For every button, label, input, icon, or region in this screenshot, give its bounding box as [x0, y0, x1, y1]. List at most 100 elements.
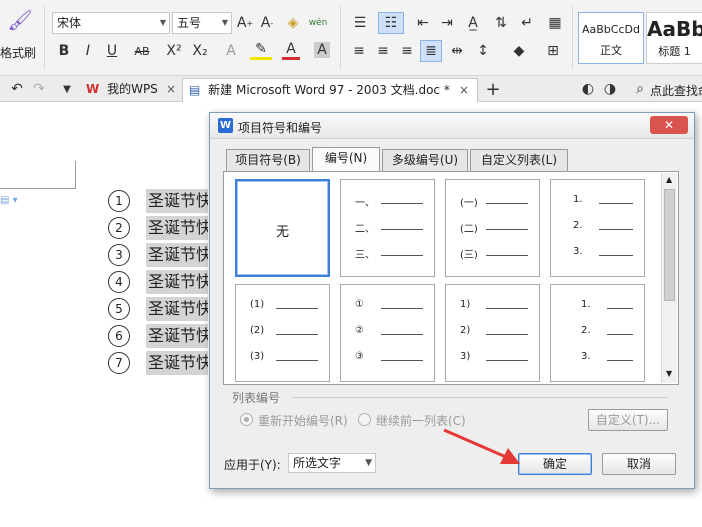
search-command-label[interactable]: 点此查找命	[650, 82, 702, 99]
subscript-icon[interactable]: X₂	[190, 42, 210, 60]
text-effect-icon[interactable]: A	[222, 42, 240, 60]
new-tab-icon[interactable]: +	[484, 79, 502, 100]
close-icon[interactable]: ×	[166, 78, 176, 100]
strikethrough-icon[interactable]: AB	[132, 42, 152, 60]
tab-tool-icon-1[interactable]: ◐	[580, 80, 596, 98]
apply-to-select[interactable]: 所选文字 ▼	[288, 453, 376, 473]
list-item-text: 圣诞节快乐	[146, 216, 208, 240]
format-preview-underline	[276, 308, 318, 309]
shrink-font-icon[interactable]: A-	[258, 14, 276, 32]
format-preview-line: 二、	[341, 220, 432, 235]
dialog-title-bar[interactable]: W 项目符号和编号 ✕	[210, 113, 694, 139]
style-heading-1[interactable]: AaBb 标题 1	[646, 12, 702, 64]
redo-icon[interactable]: ↷	[30, 80, 48, 98]
tab-tool-icon-2[interactable]: ◑	[602, 80, 618, 98]
close-button[interactable]: ✕	[650, 116, 688, 134]
list-item[interactable]: 7 圣诞节快乐	[108, 351, 208, 375]
format-preview-underline	[486, 334, 528, 335]
line-spacing-icon[interactable]: ↕	[474, 42, 492, 60]
show-marks-icon[interactable]: ↵	[518, 14, 536, 32]
format-arabic-paren[interactable]: 1) 2) 3)	[445, 284, 540, 382]
style-normal[interactable]: AaBbCcDd 正文	[578, 12, 644, 64]
list-item[interactable]: 1 圣诞节快乐	[108, 189, 208, 213]
customize-button[interactable]: 自定义(T)...	[588, 409, 668, 431]
align-left-icon[interactable]: ≡	[350, 42, 368, 60]
undo-icon[interactable]: ↶	[8, 80, 26, 98]
font-size-select[interactable]: 五号 ▼	[172, 12, 232, 34]
distributed-icon[interactable]: ⇹	[448, 42, 466, 60]
cancel-button[interactable]: 取消	[602, 453, 676, 475]
underline-icon[interactable]: U	[104, 42, 120, 60]
list-item[interactable]: 6 圣诞节快乐	[108, 324, 208, 348]
tab-custom-list[interactable]: 自定义列表(L)	[470, 149, 568, 171]
tab-multilevel[interactable]: 多级编号(U)	[382, 149, 468, 171]
clear-format-icon[interactable]: ◈	[284, 14, 302, 32]
format-none-label: 无	[275, 225, 289, 240]
continue-list-label[interactable]: 继续前一列表(C)	[376, 412, 466, 429]
format-painter-icon[interactable]: 🖌	[7, 8, 32, 32]
bold-icon[interactable]: B	[56, 42, 72, 60]
paste-options-icon[interactable]: ▤ ▾	[0, 195, 18, 206]
restart-numbering-label[interactable]: 重新开始编号(R)	[258, 412, 348, 429]
scroll-thumb[interactable]	[664, 189, 675, 301]
list-item-text: 圣诞节快乐	[146, 270, 208, 294]
char-shading-icon[interactable]: A	[314, 42, 330, 58]
format-preview-line: ②	[341, 325, 432, 337]
list-item-number: 3	[108, 244, 130, 266]
format-circled[interactable]: ① ② ③	[340, 284, 435, 382]
ok-button[interactable]: 确定	[518, 453, 592, 475]
change-case-icon[interactable]: A̲	[462, 14, 484, 32]
format-arabic-dot-indent[interactable]: 1. 2. 3.	[550, 284, 645, 382]
scroll-down-icon[interactable]: ▼	[666, 369, 672, 378]
format-arabic-dot[interactable]: 1. 2. 3.	[550, 179, 645, 277]
sort-icon[interactable]: ⇅	[492, 14, 510, 32]
paragraph-shading-icon[interactable]: ◆	[508, 42, 530, 60]
format-preview-line: (2)	[236, 325, 327, 337]
gallery-scrollbar[interactable]: ▲ ▼	[661, 173, 677, 383]
customize-toolbar-icon[interactable]: ▼	[58, 80, 76, 98]
search-icon[interactable]: ⌕	[632, 80, 648, 98]
table-icon[interactable]: ▦	[546, 14, 564, 32]
restart-numbering-radio[interactable]	[240, 413, 253, 426]
ribbon-divider	[572, 6, 573, 68]
italic-icon[interactable]: I	[80, 42, 96, 60]
phonetic-guide-icon[interactable]: wén	[308, 12, 328, 34]
increase-indent-icon[interactable]: ⇥	[438, 14, 456, 32]
list-item[interactable]: 4 圣诞节快乐	[108, 270, 208, 294]
superscript-icon[interactable]: X²	[164, 42, 184, 60]
format-preview-line: (二)	[446, 220, 537, 235]
tab-bullets[interactable]: 项目符号(B)	[226, 149, 310, 171]
format-chinese-paren[interactable]: (一) (二) (三)	[445, 179, 540, 277]
align-right-icon[interactable]: ≡	[398, 42, 416, 60]
format-painter-label[interactable]: 格式刷	[0, 44, 36, 61]
font-name-select[interactable]: 宋体 ▼	[52, 12, 170, 34]
borders-icon[interactable]: ⊞	[544, 42, 562, 60]
format-preview-number: 一、	[355, 198, 375, 209]
format-preview-underline	[276, 360, 318, 361]
format-preview-line: 2.	[551, 325, 642, 337]
align-center-icon[interactable]: ≡	[374, 42, 392, 60]
list-item[interactable]: 3 圣诞节快乐	[108, 243, 208, 267]
format-arabic-paren-both[interactable]: (1) (2) (3)	[235, 284, 330, 382]
list-item[interactable]: 5 圣诞节快乐	[108, 297, 208, 321]
decrease-indent-icon[interactable]: ⇤	[414, 14, 432, 32]
justify-icon[interactable]: ≣	[420, 40, 442, 62]
highlight-icon[interactable]: ✎	[250, 40, 272, 60]
format-preview-underline	[381, 334, 423, 335]
close-icon[interactable]: ×	[459, 79, 469, 101]
tab-numbering[interactable]: 编号(N)	[312, 147, 380, 172]
format-preview-line: 1)	[446, 299, 537, 311]
continue-list-radio[interactable]	[358, 413, 371, 426]
font-color-icon[interactable]: A	[282, 40, 300, 60]
numbered-list-icon[interactable]: ☷	[378, 12, 404, 34]
format-chinese-comma[interactable]: 一、 二、 三、	[340, 179, 435, 277]
grow-font-icon[interactable]: A +	[236, 14, 254, 32]
format-none[interactable]: 无	[235, 179, 330, 277]
list-item[interactable]: 2 圣诞节快乐	[108, 216, 208, 240]
bullet-list-icon[interactable]: ☰	[348, 14, 372, 32]
tab-document[interactable]: ▤ 新建 Microsoft Word 97 - 2003 文档.doc * ×	[182, 78, 478, 102]
scroll-up-icon[interactable]: ▲	[666, 175, 672, 184]
apply-to-label: 应用于(Y):	[224, 458, 281, 472]
ribbon-divider	[340, 6, 341, 68]
tab-my-wps[interactable]: W 我的WPS ×	[80, 78, 180, 102]
